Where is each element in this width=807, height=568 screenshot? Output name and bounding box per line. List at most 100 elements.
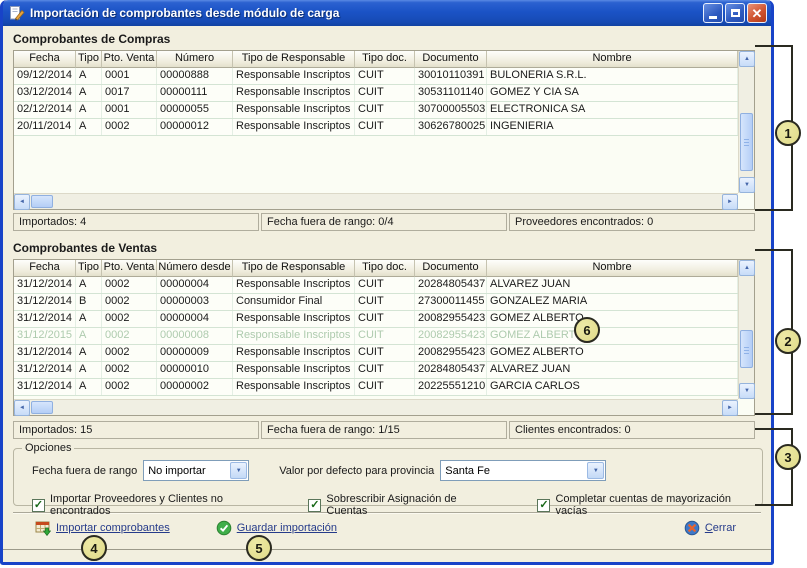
table-cell: 31/12/2014 <box>14 311 76 327</box>
scroll-up-icon[interactable]: ▲ <box>739 51 755 67</box>
ventas-horizontal-scrollbar[interactable]: ◄ ► <box>14 399 738 415</box>
titlebar[interactable]: Importación de comprobantes desde módulo… <box>3 0 771 26</box>
column-header[interactable]: Documento <box>415 51 487 68</box>
table-cell: 00000010 <box>157 362 233 378</box>
column-header[interactable]: Tipo <box>76 51 102 68</box>
table-row[interactable]: 31/12/2014A000200000004Responsable Inscr… <box>14 277 738 294</box>
cerrar-button[interactable]: Cerrar <box>684 520 736 536</box>
column-header[interactable]: Documento <box>415 260 487 277</box>
titlebar-buttons: ✕ <box>703 3 767 23</box>
scroll-left-icon[interactable]: ◄ <box>14 194 30 210</box>
window-content: Comprobantes de Compras FechaTipoPto. Ve… <box>3 26 771 562</box>
column-header[interactable]: Fecha <box>14 51 76 68</box>
table-cell: GOMEZ ALBERTO <box>487 345 738 361</box>
table-row[interactable]: 31/12/2014A000200000004Responsable Inscr… <box>14 311 738 328</box>
column-header[interactable]: Nombre <box>487 260 738 277</box>
table-cell: 31/12/2014 <box>14 362 76 378</box>
completar-cuentas-checkbox[interactable]: ✓ Completar cuentas de mayorización vací… <box>537 493 762 517</box>
vertical-scroll-thumb[interactable] <box>740 330 753 368</box>
table-cell: 20082955423 <box>415 345 487 361</box>
ventas-fecha-fuera-status: Fecha fuera de rango: 1/15 <box>261 421 507 439</box>
compras-vertical-scrollbar[interactable]: ▲ ▼ <box>738 51 754 193</box>
column-header[interactable]: Tipo <box>76 260 102 277</box>
fecha-fuera-de-rango-label: Fecha fuera de rango <box>32 465 137 477</box>
column-header[interactable]: Pto. Venta <box>102 260 157 277</box>
scroll-right-icon[interactable]: ► <box>722 194 738 210</box>
ventas-vertical-scrollbar[interactable]: ▲ ▼ <box>738 260 754 399</box>
table-cell: 0002 <box>102 328 157 344</box>
close-circle-icon <box>684 520 700 536</box>
table-cell: CUIT <box>355 68 415 84</box>
table-cell: A <box>76 119 102 135</box>
table-cell: ELECTRONICA SA <box>487 102 738 118</box>
table-cell: 31/12/2014 <box>14 345 76 361</box>
table-cell: Responsable Inscriptos <box>233 85 355 101</box>
column-header[interactable]: Número desde <box>157 260 233 277</box>
scroll-down-icon[interactable]: ▼ <box>739 177 755 193</box>
column-header[interactable]: Número <box>157 51 233 68</box>
importar-comprobantes-button[interactable]: Importar comprobantes <box>35 520 170 536</box>
table-cell: 00000004 <box>157 311 233 327</box>
compras-rows: 09/12/2014A000100000888Responsable Inscr… <box>14 68 738 136</box>
callout-number: 1 <box>784 126 791 141</box>
scroll-right-icon[interactable]: ► <box>722 400 738 416</box>
column-header[interactable]: Fecha <box>14 260 76 277</box>
table-cell: Responsable Inscriptos <box>233 328 355 344</box>
minimize-button[interactable] <box>703 3 723 23</box>
table-row[interactable]: 03/12/2014A001700000111Responsable Inscr… <box>14 85 738 102</box>
table-cell: Responsable Inscriptos <box>233 68 355 84</box>
close-icon: ✕ <box>752 7 763 20</box>
table-cell: ALVAREZ JUAN <box>487 277 738 293</box>
table-cell: 0002 <box>102 119 157 135</box>
column-header[interactable]: Nombre <box>487 51 738 68</box>
table-cell: GOMEZ ALBERTO <box>487 311 738 327</box>
provincia-select[interactable]: Santa Fe ▼ <box>440 460 606 481</box>
scroll-up-icon[interactable]: ▲ <box>739 260 755 276</box>
ventas-header-row: FechaTipoPto. VentaNúmero desdeTipo de R… <box>14 260 738 277</box>
table-cell: 00000004 <box>157 277 233 293</box>
table-cell: 0001 <box>102 102 157 118</box>
scroll-down-icon[interactable]: ▼ <box>739 383 755 399</box>
table-cell: GOMEZ ALBERTO <box>487 328 738 344</box>
table-row[interactable]: 20/11/2014A000200000012Responsable Inscr… <box>14 119 738 136</box>
table-cell: CUIT <box>355 311 415 327</box>
ventas-status-bar: Importados: 15 Fecha fuera de rango: 1/1… <box>13 421 755 439</box>
close-button[interactable]: ✕ <box>747 3 767 23</box>
compras-header-row: FechaTipoPto. VentaNúmeroTipo de Respons… <box>14 51 738 68</box>
window-title: Importación de comprobantes desde módulo… <box>30 6 703 20</box>
maximize-icon <box>731 9 740 17</box>
table-row[interactable]: 09/12/2014A000100000888Responsable Inscr… <box>14 68 738 85</box>
vertical-scroll-thumb[interactable] <box>740 113 753 171</box>
table-cell: CUIT <box>355 85 415 101</box>
table-row[interactable]: 31/12/2015A000200000008Responsable Inscr… <box>14 328 738 345</box>
sobrescribir-asignacion-checkbox[interactable]: ✓ Sobrescribir Asignación de Cuentas <box>308 493 497 517</box>
horizontal-scroll-thumb[interactable] <box>31 195 53 208</box>
callout-6: 6 <box>574 317 600 343</box>
table-cell: CUIT <box>355 294 415 310</box>
table-row[interactable]: 02/12/2014A000100000055Responsable Inscr… <box>14 102 738 119</box>
fecha-fuera-de-rango-select[interactable]: No importar ▼ <box>143 460 249 481</box>
column-header[interactable]: Tipo doc. <box>355 51 415 68</box>
table-cell: GOMEZ Y CIA SA <box>487 85 738 101</box>
checkbox-label: Completar cuentas de mayorización vacías <box>555 493 762 517</box>
table-cell: CUIT <box>355 345 415 361</box>
table-row[interactable]: 31/12/2014A000200000009Responsable Inscr… <box>14 345 738 362</box>
table-row[interactable]: 31/12/2014B000200000003Consumidor FinalC… <box>14 294 738 311</box>
column-header[interactable]: Tipo doc. <box>355 260 415 277</box>
column-header[interactable]: Pto. Venta <box>102 51 157 68</box>
table-cell: 0017 <box>102 85 157 101</box>
column-header[interactable]: Tipo de Responsable <box>233 260 355 277</box>
checkbox-checked-icon: ✓ <box>308 499 321 512</box>
chevron-down-icon: ▼ <box>587 462 604 479</box>
table-row[interactable]: 31/12/2014A000200000002Responsable Inscr… <box>14 379 738 396</box>
horizontal-scroll-thumb[interactable] <box>31 401 53 414</box>
guardar-importacion-button[interactable]: Guardar importación <box>216 520 337 536</box>
provincia-label: Valor por defecto para provincia <box>279 465 434 477</box>
compras-horizontal-scrollbar[interactable]: ◄ ► <box>14 193 738 209</box>
maximize-button[interactable] <box>725 3 745 23</box>
table-cell: 31/12/2014 <box>14 294 76 310</box>
column-header[interactable]: Tipo de Responsable <box>233 51 355 68</box>
table-row[interactable]: 31/12/2014A000200000010Responsable Inscr… <box>14 362 738 379</box>
scroll-left-icon[interactable]: ◄ <box>14 400 30 416</box>
importar-proveedores-checkbox[interactable]: ✓ Importar Proveedores y Clientes no enc… <box>32 493 282 517</box>
